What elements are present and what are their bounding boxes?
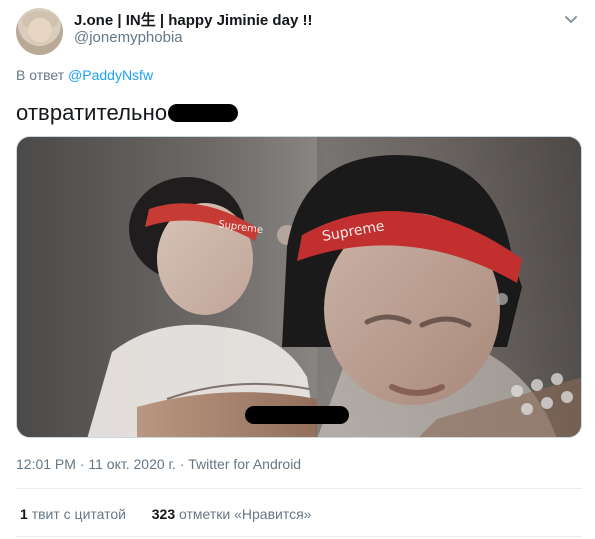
tweet-timestamp[interactable]: 12:01 PM · 11 окт. 2020 г. · Twitter for… <box>16 456 301 472</box>
redaction-bar <box>245 406 349 424</box>
tweet-text: отвратительно <box>16 100 239 126</box>
quote-label[interactable]: твит с цитатой <box>32 506 126 522</box>
avatar-face <box>28 18 52 46</box>
redaction-bar <box>168 104 239 122</box>
left-figure: Supreme <box>87 177 317 437</box>
reply-context: В ответ @PaddyNsfw <box>16 67 153 83</box>
chevron-down-icon[interactable] <box>562 10 580 28</box>
quote-count[interactable]: 1 <box>20 506 28 522</box>
like-count[interactable]: 323 <box>152 506 175 522</box>
avatar[interactable] <box>16 8 63 55</box>
tweet-text-content: отвратительно <box>16 100 168 125</box>
handle[interactable]: @jonemyphobia <box>74 29 183 46</box>
tweet-media[interactable]: Supreme Supreme <box>16 136 582 438</box>
display-name[interactable]: J.one | IN生 | happy Jiminie day !! <box>74 9 312 30</box>
divider <box>16 488 582 489</box>
reply-to-link[interactable]: @PaddyNsfw <box>68 67 153 83</box>
reply-prefix: В ответ <box>16 67 65 83</box>
tweet-stats: 1 твит с цитатой 323 отметки «Нравится» <box>20 506 311 522</box>
tweet-header: J.one | IN生 | happy Jiminie day !! @jone… <box>14 6 584 55</box>
divider <box>16 536 582 537</box>
like-label[interactable]: отметки «Нравится» <box>179 506 311 522</box>
right-figure: Supreme <box>282 155 581 437</box>
media-illustration: Supreme Supreme <box>87 155 581 437</box>
